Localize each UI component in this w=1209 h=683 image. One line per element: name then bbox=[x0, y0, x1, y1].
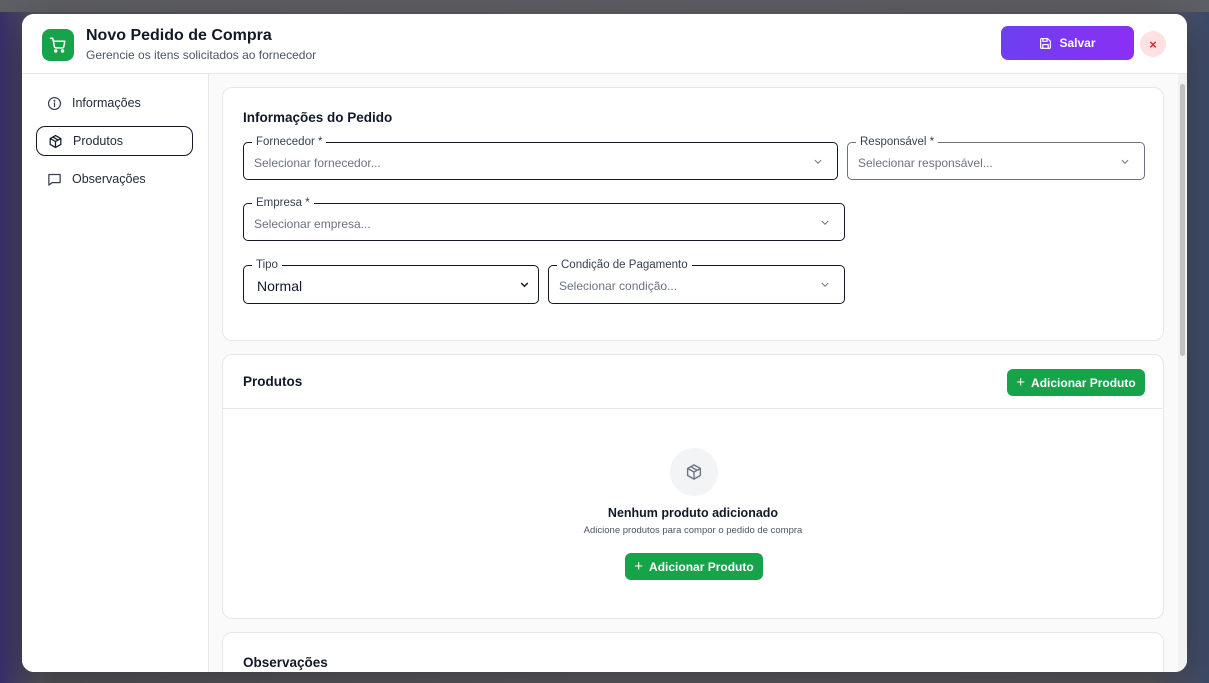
chevron-down-icon bbox=[1121, 159, 1129, 164]
sidebar-item-observacoes[interactable]: Observações bbox=[36, 164, 193, 194]
responsavel-label: Responsável * bbox=[856, 135, 939, 149]
empty-add-product-button[interactable]: + Adicionar Produto bbox=[625, 553, 763, 580]
sidebar-item-informacoes[interactable]: Informações bbox=[36, 88, 193, 118]
add-product-label: Adicionar Produto bbox=[1031, 375, 1136, 390]
empty-package-icon bbox=[670, 448, 718, 496]
tipo-select[interactable]: Tipo Normal bbox=[243, 258, 539, 304]
condicao-label: Condição de Pagamento bbox=[557, 258, 692, 272]
backdrop-top-strip bbox=[0, 0, 1209, 12]
fornecedor-select[interactable]: Fornecedor * Selecionar fornecedor... bbox=[243, 135, 838, 180]
scrollbar-thumb[interactable] bbox=[1180, 84, 1185, 356]
condicao-placeholder: Selecionar condição... bbox=[559, 279, 678, 293]
save-button[interactable]: Salvar bbox=[1001, 26, 1134, 60]
plus-icon: + bbox=[1016, 373, 1026, 391]
empresa-placeholder: Selecionar empresa... bbox=[254, 217, 371, 231]
package-icon bbox=[49, 134, 62, 148]
chevron-down-icon bbox=[520, 282, 529, 288]
chevron-down-icon bbox=[821, 282, 829, 287]
info-card: Informações do Pedido Fornecedor * Selec… bbox=[222, 87, 1164, 341]
tipo-label: Tipo bbox=[252, 258, 282, 272]
fornecedor-placeholder: Selecionar fornecedor... bbox=[254, 156, 381, 170]
info-card-title: Informações do Pedido bbox=[243, 110, 393, 125]
empresa-label: Empresa * bbox=[252, 196, 314, 210]
products-card: Produtos + Adicionar Produto Nenhum prod… bbox=[222, 354, 1164, 619]
plus-icon: + bbox=[634, 557, 644, 575]
modal-header: Novo Pedido de Compra Gerencie os itens … bbox=[22, 14, 1187, 74]
sidebar-item-produtos[interactable]: Produtos bbox=[36, 126, 193, 156]
purchase-order-modal: Novo Pedido de Compra Gerencie os itens … bbox=[22, 14, 1187, 672]
chevron-down-icon bbox=[821, 220, 829, 225]
chevron-down-icon bbox=[814, 159, 822, 164]
sidebar-item-label: Produtos bbox=[73, 134, 124, 148]
add-product-button[interactable]: + Adicionar Produto bbox=[1007, 369, 1145, 396]
notes-card-title: Observações bbox=[243, 655, 328, 670]
products-divider bbox=[223, 408, 1163, 409]
info-icon bbox=[47, 96, 62, 110]
responsavel-select[interactable]: Responsável * Selecionar responsável... bbox=[847, 135, 1145, 180]
save-button-label: Salvar bbox=[1059, 36, 1096, 50]
empty-add-product-label: Adicionar Produto bbox=[649, 559, 754, 574]
close-button[interactable]: × bbox=[1140, 31, 1166, 57]
close-icon: × bbox=[1149, 36, 1157, 52]
condicao-pagamento-select[interactable]: Condição de Pagamento Selecionar condiçã… bbox=[548, 258, 845, 304]
content-scrollbar[interactable] bbox=[1178, 74, 1187, 672]
message-icon bbox=[48, 173, 61, 186]
tipo-value: Normal bbox=[257, 278, 303, 294]
save-icon bbox=[1040, 37, 1052, 49]
empresa-select[interactable]: Empresa * Selecionar empresa... bbox=[243, 196, 845, 241]
sidebar: Informações Produtos Observações bbox=[22, 74, 209, 672]
sidebar-item-label: Observações bbox=[72, 172, 146, 186]
shopping-cart-icon bbox=[42, 29, 74, 61]
empty-state-subtitle: Adicione produtos para compor o pedido d… bbox=[583, 525, 803, 536]
page-subtitle: Gerencie os itens solicitados ao fornece… bbox=[86, 48, 317, 62]
fornecedor-label: Fornecedor * bbox=[252, 135, 327, 149]
responsavel-placeholder: Selecionar responsável... bbox=[858, 156, 993, 170]
page-title: Novo Pedido de Compra bbox=[86, 27, 272, 44]
products-card-title: Produtos bbox=[243, 374, 303, 389]
notes-card: Observações bbox=[222, 632, 1164, 672]
main-content: Informações do Pedido Fornecedor * Selec… bbox=[209, 74, 1187, 672]
empty-state-title: Nenhum produto adicionado bbox=[607, 506, 779, 520]
sidebar-item-label: Informações bbox=[72, 96, 141, 110]
